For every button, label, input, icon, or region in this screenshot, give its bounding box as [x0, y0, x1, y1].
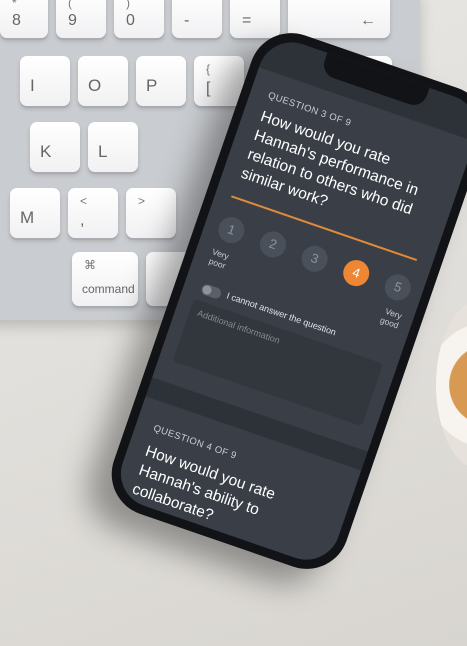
key-o: O [78, 56, 128, 106]
key-left-brace: { [ [194, 56, 244, 106]
toggle-knob [201, 284, 213, 296]
key-equals: = [230, 0, 280, 38]
key-l: L [88, 122, 138, 172]
key-p: P [136, 56, 186, 106]
rating-option-3[interactable]: 3 [298, 242, 332, 276]
key-9: ( 9 [56, 0, 106, 38]
coffee-mug [436, 300, 467, 470]
key-backspace: ← [288, 0, 390, 38]
key-period: > [126, 188, 176, 238]
photo-scene: * 8 ( 9 ) 0 - = ← I O P { [K L M < , > … [0, 0, 467, 646]
rating-option-4[interactable]: 4 [339, 256, 373, 290]
key-k: K [30, 122, 80, 172]
key-comma: < , [68, 188, 118, 238]
key-0: ) 0 [114, 0, 164, 38]
key-minus: - [172, 0, 222, 38]
key-command: ⌘ command [72, 252, 138, 306]
key-i: I [20, 56, 70, 106]
rating-option-1[interactable]: 1 [214, 213, 248, 247]
key-8: * 8 [0, 0, 48, 38]
rating-option-5[interactable]: 5 [381, 270, 415, 304]
question-text: How would you rate Hannah's performance … [238, 108, 421, 219]
rating-low-label: Very poor [207, 246, 231, 271]
rating-high-label: Very good [378, 305, 404, 331]
key-m: M [10, 188, 60, 238]
cannot-answer-toggle[interactable] [200, 282, 223, 300]
rating-option-2[interactable]: 2 [256, 227, 290, 261]
